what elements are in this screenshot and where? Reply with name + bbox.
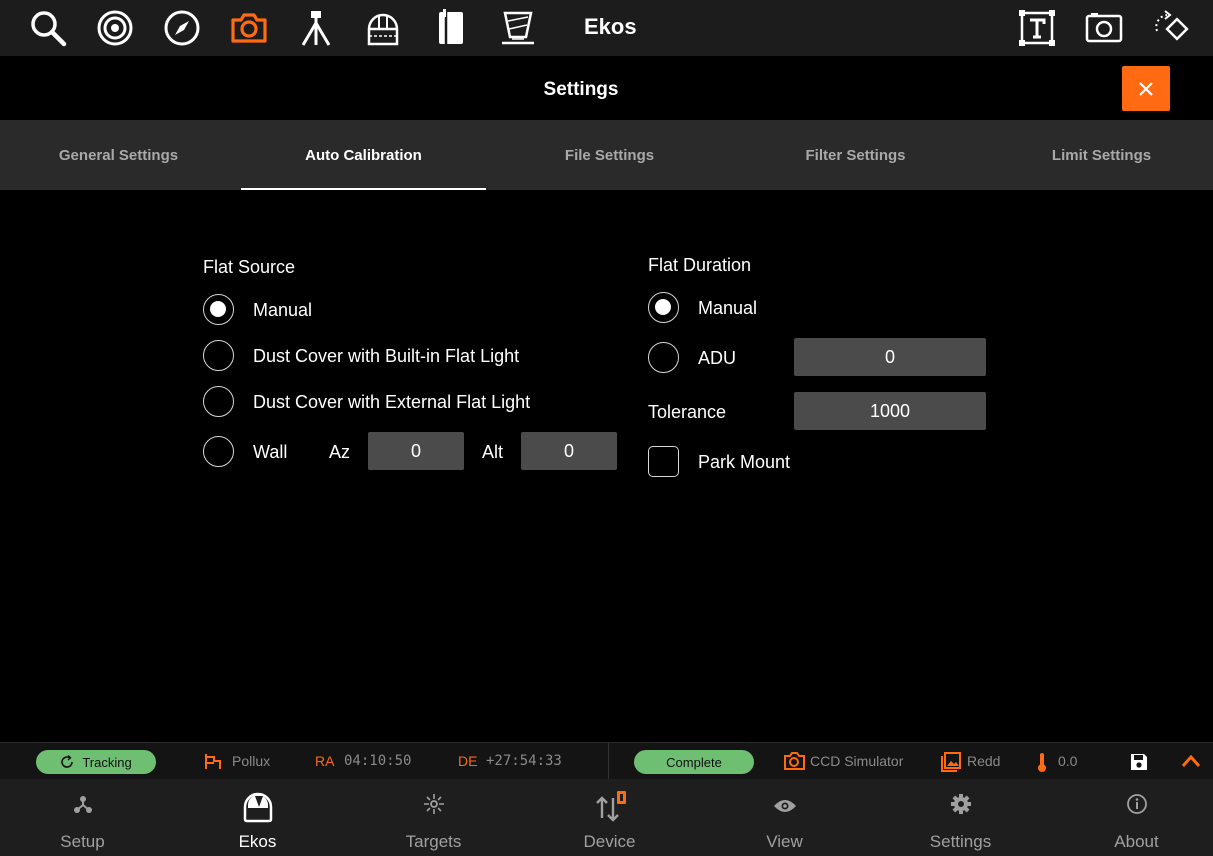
flat-source-builtin-light-label[interactable]: Dust Cover with Built-in Flat Light	[253, 346, 519, 367]
camera-icon[interactable]	[226, 6, 272, 50]
app-title: Ekos	[584, 14, 637, 39]
tab-file-settings[interactable]: File Settings	[487, 120, 732, 190]
mount-target-icon	[205, 754, 221, 769]
flat-source-wall-label[interactable]: Wall	[253, 442, 287, 463]
top-toolbar: Ekos	[0, 0, 1213, 56]
image-filter-icon	[941, 752, 961, 772]
nav-about[interactable]: About	[1049, 779, 1213, 856]
device-icon	[595, 791, 626, 822]
nav-view[interactable]: View	[697, 779, 872, 856]
flat-source-wall-radio[interactable]	[203, 436, 234, 467]
filter-name: Redd	[967, 753, 1001, 769]
mount-status-badge: Tracking	[36, 750, 156, 774]
telescope-mount-icon[interactable]	[293, 6, 339, 50]
nav-device-label: Device	[583, 832, 636, 851]
ekos-dome-icon	[243, 792, 272, 823]
flat-source-builtin-light-radio[interactable]	[203, 340, 234, 371]
refresh-icon	[61, 755, 74, 768]
park-mount-label[interactable]: Park Mount	[698, 452, 790, 473]
close-button[interactable]	[1122, 66, 1170, 111]
snapshot-icon[interactable]	[1081, 6, 1127, 50]
flat-duration-manual-label[interactable]: Manual	[698, 298, 757, 319]
az-label: Az	[329, 442, 351, 462]
chevron-up-icon[interactable]	[1181, 754, 1201, 768]
flat-source-external-light-label[interactable]: Dust Cover with External Flat Light	[253, 392, 530, 413]
thermometer-icon	[1038, 753, 1046, 772]
nav-targets[interactable]: Targets	[346, 779, 521, 856]
flat-source-manual-radio[interactable]	[203, 294, 234, 325]
tab-limit-settings[interactable]: Limit Settings	[979, 120, 1213, 190]
nav-settings-label: Settings	[929, 832, 992, 851]
camera-name: CCD Simulator	[810, 753, 904, 769]
de-value: +27:54:33	[486, 753, 562, 769]
adu-input[interactable]: 0	[794, 338, 986, 376]
flat-source-manual-label[interactable]: Manual	[253, 300, 312, 321]
capture-status-badge: Complete	[634, 750, 754, 774]
setup-icon	[73, 796, 92, 813]
tab-auto-calibration[interactable]: Auto Calibration	[241, 120, 486, 190]
search-icon[interactable]	[25, 6, 71, 50]
flat-duration-title: Flat Duration	[648, 255, 752, 275]
flat-source-title: Flat Source	[203, 257, 296, 277]
targets-icon	[423, 794, 444, 814]
status-divider	[608, 743, 609, 780]
tab-general-settings[interactable]: General Settings	[0, 120, 241, 190]
adu-label[interactable]: ADU	[698, 348, 736, 369]
alt-label: Alt	[482, 442, 504, 462]
text-tool-icon[interactable]	[1014, 6, 1060, 50]
ra-value: 04:10:50	[344, 753, 412, 769]
ra-label: RA	[315, 753, 335, 769]
park-mount-checkbox[interactable]	[648, 446, 679, 477]
tab-filter-settings[interactable]: Filter Settings	[733, 120, 978, 190]
save-icon[interactable]	[1129, 752, 1149, 772]
target-name: Pollux	[232, 753, 271, 769]
capture-status-text: Complete	[666, 754, 722, 770]
settings-tabs: General Settings Auto Calibration File S…	[0, 120, 1213, 190]
nav-targets-label: Targets	[405, 832, 462, 851]
flat-duration-adu-radio[interactable]	[648, 342, 679, 373]
nav-settings[interactable]: Settings	[873, 779, 1048, 856]
nav-device[interactable]: Device	[522, 779, 697, 856]
mount-status-text: Tracking	[82, 754, 132, 770]
rotate-icon[interactable]	[1148, 6, 1194, 50]
settings-header: Settings	[0, 56, 1213, 120]
az-input[interactable]: 0	[368, 432, 464, 470]
temperature-value: 0.0	[1058, 753, 1078, 769]
settings-title: Settings	[543, 79, 619, 100]
flat-duration-manual-radio[interactable]	[648, 292, 679, 323]
nav-setup[interactable]: Setup	[0, 779, 170, 856]
nav-about-label: About	[1114, 832, 1159, 851]
close-icon	[1139, 81, 1153, 96]
nav-ekos[interactable]: Ekos	[170, 779, 345, 856]
alt-input[interactable]: 0	[521, 432, 617, 470]
flat-panel-icon[interactable]	[495, 6, 541, 50]
de-label: DE	[458, 753, 478, 769]
target-icon[interactable]	[92, 6, 138, 50]
tolerance-label: Tolerance	[648, 402, 727, 422]
nav-setup-label: Setup	[60, 832, 105, 851]
nav-ekos-label: Ekos	[238, 832, 277, 851]
tolerance-input[interactable]: 1000	[794, 392, 986, 430]
dome-icon[interactable]	[360, 6, 406, 50]
ccd-camera-icon	[784, 752, 805, 770]
nav-view-label: View	[766, 832, 803, 851]
notebook-icon[interactable]	[428, 6, 474, 50]
info-icon	[1126, 794, 1147, 814]
compass-icon[interactable]	[159, 6, 205, 50]
flat-source-external-light-radio[interactable]	[203, 386, 234, 417]
status-bar: Tracking Pollux RA 04:10:50 DE +27:54:33…	[0, 742, 1213, 780]
bottom-navigation: Setup Ekos Targets Device View Settings …	[0, 779, 1213, 856]
gear-icon	[950, 794, 971, 814]
eye-icon	[773, 800, 796, 812]
